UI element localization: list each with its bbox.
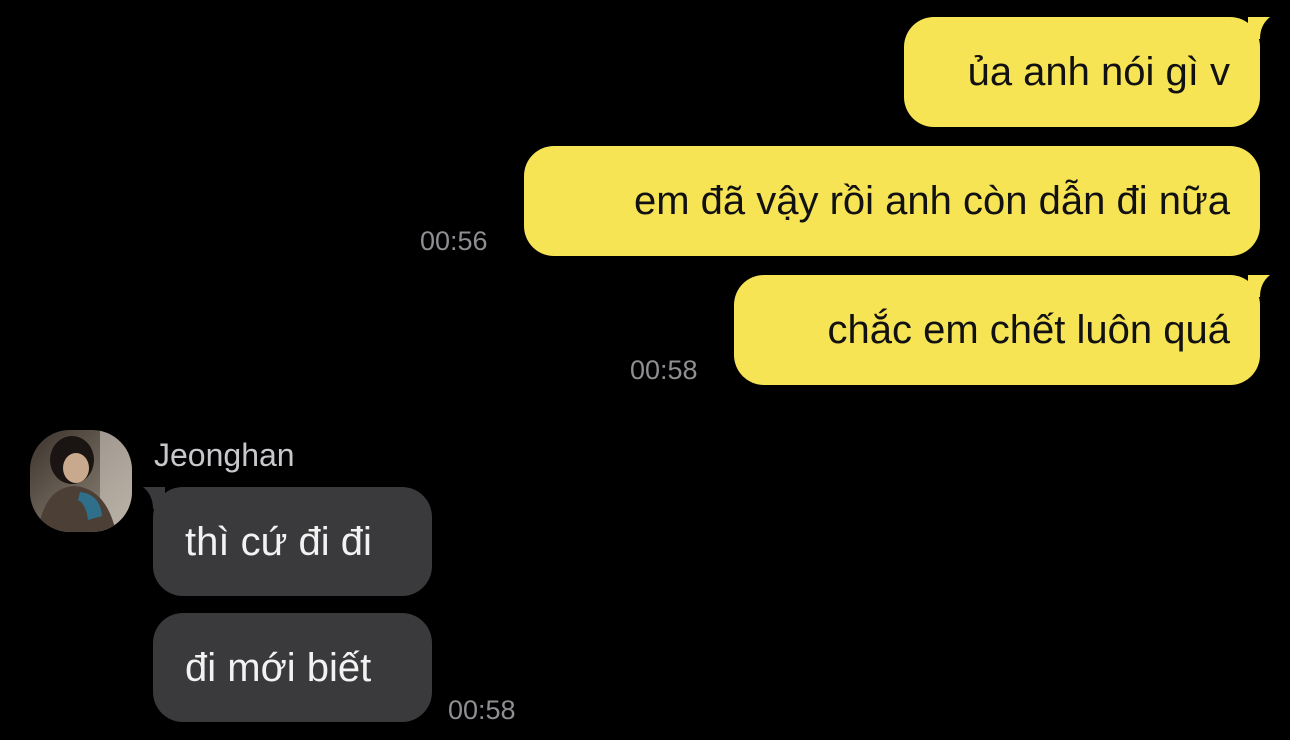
sender-name: Jeonghan: [154, 437, 295, 473]
bubble-tail-icon: [1248, 17, 1270, 39]
outgoing-message-bubble[interactable]: em đã vậy rồi anh còn dẫn đi nữa: [524, 146, 1260, 256]
incoming-message-bubble[interactable]: đi mới biết: [153, 613, 432, 722]
message-timestamp: 00:58: [448, 695, 516, 725]
outgoing-message-text: ủa anh nói gì v: [967, 50, 1230, 94]
incoming-message-bubble[interactable]: thì cứ đi đi: [153, 487, 432, 596]
bubble-tail-icon: [143, 487, 165, 509]
outgoing-message-bubble[interactable]: chắc em chết luôn quá: [734, 275, 1260, 385]
bubble-tail-icon: [1248, 275, 1270, 297]
outgoing-message-text: chắc em chết luôn quá: [827, 308, 1230, 352]
outgoing-message-bubble[interactable]: ủa anh nói gì v: [904, 17, 1260, 127]
message-timestamp: 00:58: [630, 355, 698, 385]
outgoing-message-text: em đã vậy rồi anh còn dẫn đi nữa: [633, 179, 1230, 223]
incoming-message-text: thì cứ đi đi: [185, 519, 372, 564]
avatar[interactable]: [30, 430, 132, 532]
incoming-message-text: đi mới biết: [185, 645, 372, 690]
profile-photo-icon: [30, 430, 132, 532]
message-timestamp: 00:56: [420, 226, 488, 256]
